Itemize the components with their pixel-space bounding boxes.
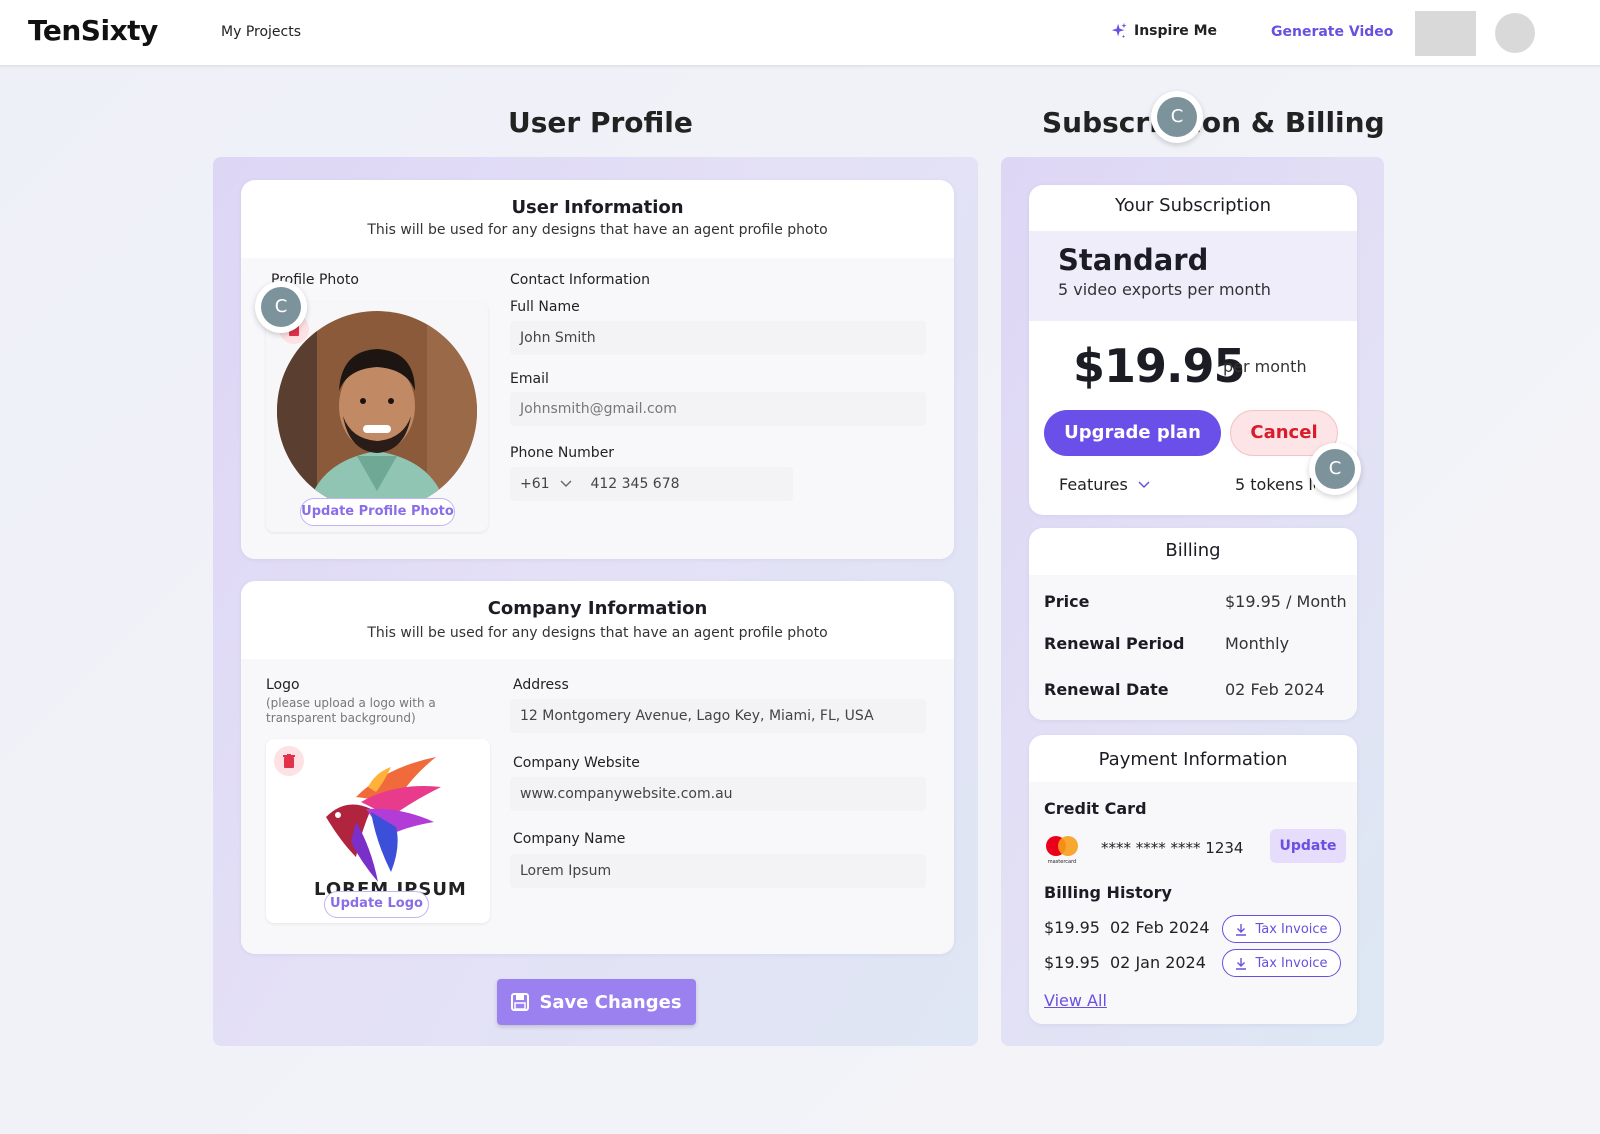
phone-number-value: 412 345 678: [590, 476, 680, 492]
address-field[interactable]: 12 Montgomery Avenue, Lago Key, Miami, F…: [510, 699, 926, 733]
bird-logo-image: [326, 757, 441, 882]
renewal-date-label: Renewal Date: [1044, 680, 1169, 699]
generate-video-link[interactable]: Generate Video: [1271, 24, 1393, 40]
subscription-billing-title: Subscription & Billing: [1042, 106, 1385, 139]
email-field[interactable]: Johnsmith@gmail.com: [510, 392, 926, 426]
email-label: Email: [510, 371, 549, 387]
address-label: Address: [513, 677, 569, 693]
user-information-card: User Information This will be used for a…: [241, 180, 954, 559]
subscription-card: Your Subscription Standard 5 video expor…: [1029, 185, 1357, 515]
delete-logo-button[interactable]: [274, 746, 304, 776]
your-subscription-title: Your Subscription: [1115, 195, 1271, 216]
collaborator-avatar[interactable]: C: [1151, 91, 1203, 143]
website-field[interactable]: www.companywebsite.com.au: [510, 777, 926, 811]
chevron-down-icon: [1138, 480, 1150, 488]
floppy-disk-icon: [511, 993, 530, 1011]
top-nav: TenSixty My Projects Inspire Me Generate…: [0, 0, 1600, 66]
company-information-card: Company Information This will be used fo…: [241, 581, 954, 954]
company-name-label: Company Name: [513, 831, 626, 847]
download-icon: [1236, 957, 1247, 970]
renewal-period-value: Monthly: [1225, 634, 1290, 653]
company-info-title: Company Information: [487, 598, 708, 619]
inspire-me-button[interactable]: Inspire Me: [1110, 22, 1217, 40]
billing-card: Billing Price $19.95 / Month Renewal Per…: [1029, 528, 1357, 720]
mastercard-wordmark: mastercard: [1048, 859, 1076, 865]
profile-photo-box: Update Profile Photo: [266, 302, 488, 532]
renewal-period-label: Renewal Period: [1044, 634, 1185, 653]
user-profile-title: User Profile: [508, 106, 693, 139]
billing-history-label: Billing History: [1044, 883, 1172, 902]
update-card-button[interactable]: Update: [1270, 829, 1346, 863]
logo-box: LOREM IPSUM Update Logo: [266, 739, 490, 923]
plan-name: Standard: [1058, 243, 1209, 277]
collaborator-initial: C: [1157, 97, 1197, 137]
tax-invoice-label: Tax Invoice: [1255, 955, 1328, 971]
upgrade-plan-button[interactable]: Upgrade plan: [1044, 410, 1221, 456]
history-amount: $19.95: [1044, 953, 1100, 972]
history-date: 02 Feb 2024: [1110, 918, 1210, 937]
logo-label: Logo: [266, 677, 300, 693]
update-logo-button[interactable]: Update Logo: [324, 891, 429, 918]
features-label: Features: [1059, 475, 1128, 494]
save-changes-button[interactable]: Save Changes: [497, 979, 696, 1025]
sparkle-icon: [1111, 22, 1127, 39]
download-icon: [1236, 923, 1247, 936]
history-date: 02 Jan 2024: [1110, 953, 1206, 972]
view-all-link[interactable]: View All: [1044, 991, 1107, 1010]
tax-invoice-button[interactable]: Tax Invoice: [1222, 915, 1341, 943]
country-code-select[interactable]: +61: [520, 476, 550, 492]
collaborator-initial: C: [1315, 449, 1355, 489]
brand-logo[interactable]: TenSixty: [28, 14, 158, 47]
price-period: per month: [1223, 357, 1307, 376]
billing-price-label: Price: [1044, 592, 1090, 611]
mastercard-logo: mastercard: [1046, 836, 1078, 865]
profile-photo: [277, 311, 477, 511]
card-number: **** **** **** 1234: [1101, 839, 1244, 857]
update-profile-photo-button[interactable]: Update Profile Photo: [300, 498, 455, 526]
payment-body: [1029, 782, 1357, 1024]
nav-placeholder-box[interactable]: [1415, 11, 1476, 56]
collaborator-initial: C: [261, 287, 301, 327]
user-info-subtitle: This will be used for any designs that h…: [367, 222, 828, 238]
collaborator-avatar[interactable]: C: [1309, 443, 1361, 495]
billing-title: Billing: [1165, 540, 1221, 561]
save-changes-label: Save Changes: [539, 991, 682, 1013]
phone-field[interactable]: +61 412 345 678: [510, 467, 793, 501]
plan-description: 5 video exports per month: [1058, 280, 1271, 299]
full-name-label: Full Name: [510, 299, 580, 315]
features-dropdown[interactable]: Features: [1059, 475, 1150, 494]
tokens-remaining: 5 tokens left: [1235, 475, 1315, 494]
nav-my-projects[interactable]: My Projects: [221, 24, 301, 40]
tax-invoice-label: Tax Invoice: [1255, 921, 1328, 937]
credit-card-label: Credit Card: [1044, 799, 1147, 818]
contact-info-label: Contact Information: [510, 272, 650, 288]
history-amount: $19.95: [1044, 918, 1100, 937]
plan-price: $19.95: [1073, 339, 1246, 393]
tax-invoice-button[interactable]: Tax Invoice: [1222, 949, 1341, 977]
chevron-down-icon: [560, 480, 572, 487]
collaborator-avatar[interactable]: C: [255, 281, 307, 333]
full-name-field[interactable]: John Smith: [510, 321, 926, 355]
company-info-subtitle: This will be used for any designs that h…: [367, 625, 828, 641]
renewal-date-value: 02 Feb 2024: [1225, 680, 1325, 699]
company-name-field[interactable]: Lorem Ipsum: [510, 854, 926, 888]
payment-information-card: Payment Information Credit Card masterca…: [1029, 735, 1357, 1024]
logo-note: (please upload a logo with a transparent…: [266, 696, 436, 725]
website-label: Company Website: [513, 755, 640, 771]
user-info-title: User Information: [511, 197, 684, 218]
user-avatar[interactable]: [1495, 13, 1535, 53]
trash-icon: [283, 754, 295, 768]
billing-price-value: $19.95 / Month: [1225, 592, 1347, 611]
inspire-me-label: Inspire Me: [1134, 23, 1218, 39]
phone-label: Phone Number: [510, 445, 615, 461]
payment-info-title: Payment Information: [1098, 749, 1288, 770]
